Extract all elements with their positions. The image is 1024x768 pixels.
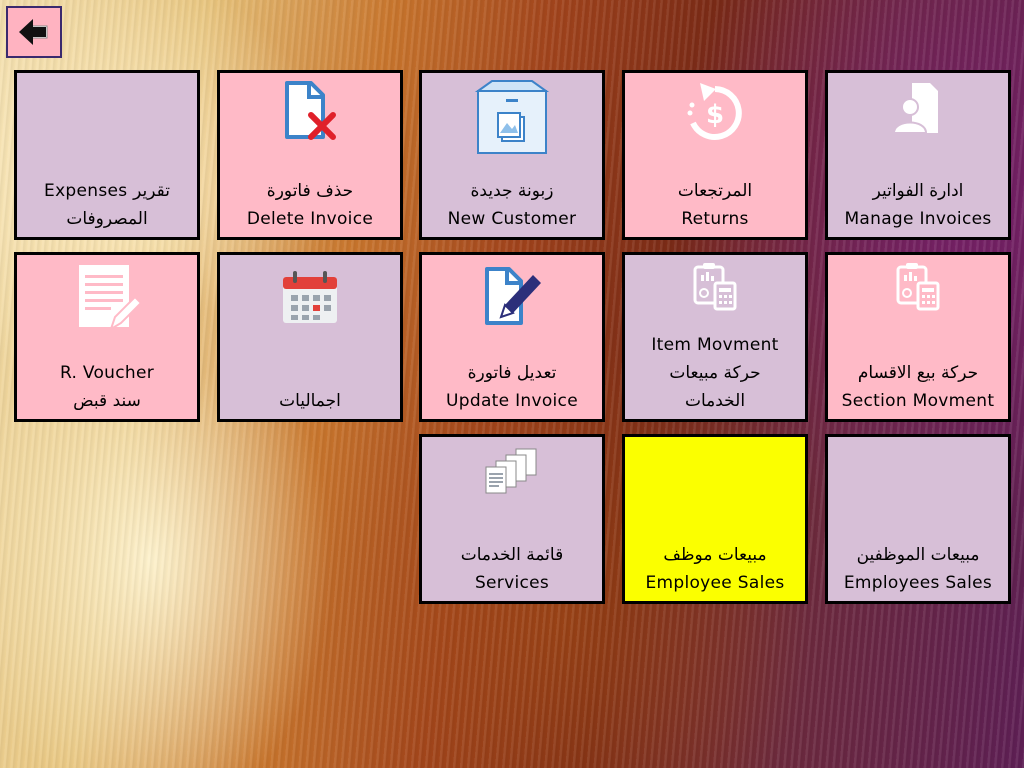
tile-employee-sales[interactable]: مبيعات موظف Employee Sales xyxy=(622,434,808,604)
tile-label-line1: حركة مبيعات xyxy=(669,363,761,383)
tile-label-line2: المصروفات xyxy=(66,209,148,229)
tile-label-line1: زبونة جديدة xyxy=(470,181,554,201)
edit-list-icon xyxy=(79,265,143,332)
tile-label-line1: مبيعات موظف xyxy=(663,545,767,565)
tile-label-line2: Section Movment xyxy=(841,391,995,411)
tile-label-line2: Employee Sales xyxy=(645,573,785,593)
image-box-icon xyxy=(474,80,550,154)
tile-label-line2: Employees Sales xyxy=(843,573,993,593)
back-arrow-icon xyxy=(19,19,48,45)
tile-label-line2: اجماليات xyxy=(279,391,341,411)
tile-label-line0: Item Movment xyxy=(651,335,779,355)
tile-label-line1: حذف فاتورة xyxy=(266,181,354,201)
tile-label-line1: حركة بيع الاقسام xyxy=(857,363,979,383)
tile-label-line2: Services xyxy=(474,573,550,593)
tile-employees-sales[interactable]: مبيعات الموظفين Employees Sales xyxy=(825,434,1011,604)
tile-label-line1: R. Voucher xyxy=(59,363,155,383)
tile-label-line1: تعديل فاتورة xyxy=(467,363,557,383)
tile-label-line2: Delete Invoice xyxy=(246,209,374,229)
tile-label-line2: Manage Invoices xyxy=(844,209,992,229)
tile-manage-invoices[interactable]: ادارة الفواتير Manage Invoices xyxy=(825,70,1011,240)
document-delete-icon xyxy=(285,81,336,140)
tile-label-line1: ادارة الفواتير xyxy=(872,181,964,201)
calendar-icon xyxy=(283,271,337,323)
tile-label-line2: سند قبض xyxy=(73,391,141,411)
tile-new-customer[interactable]: زبونة جديدة New Customer xyxy=(419,70,605,240)
tile-returns[interactable]: $ المرتجعات Returns xyxy=(622,70,808,240)
tile-label-line1: المرتجعات xyxy=(677,181,753,201)
report-calculator-icon xyxy=(693,263,737,311)
tile-item-movement[interactable]: Item Movment حركة مبيعات الخدمات xyxy=(622,252,808,422)
tile-label-line2: Update Invoice xyxy=(446,391,578,411)
tile-section-movement[interactable]: حركة بيع الاقسام Section Movment xyxy=(825,252,1011,422)
tile-update-invoice[interactable]: تعديل فاتورة Update Invoice xyxy=(419,252,605,422)
tile-label-line2: الخدمات xyxy=(684,391,746,411)
tile-label-line1: مبيعات الموظفين xyxy=(856,545,980,565)
tile-label-line1: Expenses تقرير xyxy=(44,181,170,201)
tile-expenses[interactable]: Expenses تقرير المصروفات xyxy=(14,70,200,240)
back-button[interactable] xyxy=(6,6,62,58)
tile-label-line2: Returns xyxy=(681,209,749,229)
tile-r-voucher[interactable]: R. Voucher سند قبض xyxy=(14,252,200,422)
document-pen-icon xyxy=(485,267,541,325)
tile-totals[interactable]: اجماليات xyxy=(217,252,403,422)
tile-delete-invoice[interactable]: حذف فاتورة Delete Invoice xyxy=(217,70,403,240)
report-calculator-icon xyxy=(896,263,940,311)
tile-services[interactable]: قائمة الخدمات Services xyxy=(419,434,605,604)
refund-dollar-icon: $ xyxy=(687,83,742,140)
svg-text:$: $ xyxy=(706,100,724,130)
tile-label-line1: قائمة الخدمات xyxy=(460,545,564,565)
documents-stack-icon xyxy=(485,448,537,494)
user-document-icon xyxy=(892,83,938,134)
tile-label-line2: New Customer xyxy=(447,209,577,229)
